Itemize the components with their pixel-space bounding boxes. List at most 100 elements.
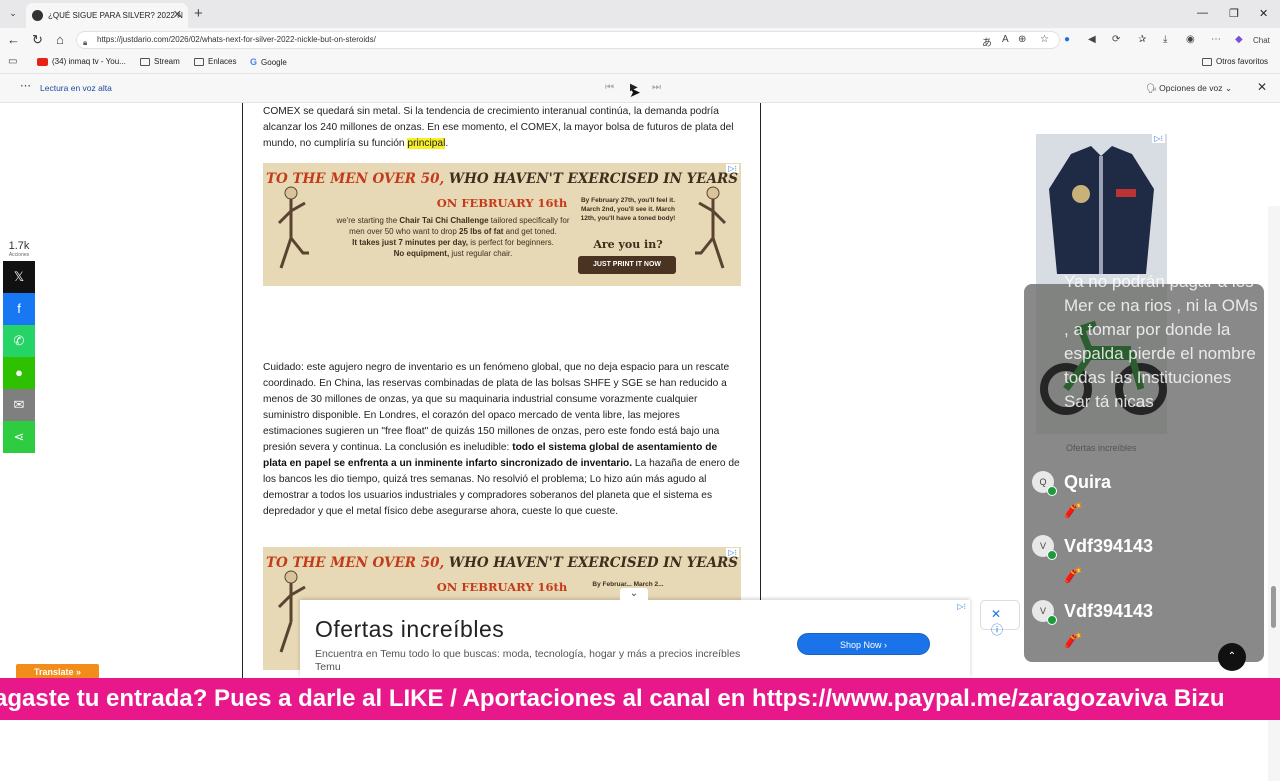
chat-user[interactable]: Q Quira xyxy=(1032,471,1112,496)
other-favorites[interactable]: Otros favoritos xyxy=(1202,57,1268,66)
back-icon[interactable]: ← xyxy=(7,32,20,47)
whatsapp-share-button[interactable]: ✆ xyxy=(3,325,35,357)
read-aloud-menu-icon[interactable]: ⋯ xyxy=(20,79,31,92)
share-count-label: Acciones xyxy=(8,252,30,258)
close-tab-icon[interactable]: ✕ xyxy=(173,8,182,21)
x-share-button[interactable]: 𝕏 xyxy=(3,261,35,293)
ad-question: Are you in? xyxy=(593,238,663,251)
bookmark-label: Enlaces xyxy=(208,57,237,66)
extension-blue-icon[interactable]: ● xyxy=(1064,34,1070,45)
scrollbar-thumb[interactable] xyxy=(1271,586,1276,628)
collapse-banner-icon[interactable]: ⌄ xyxy=(620,588,648,602)
read-aloud-icon[interactable]: A xyxy=(1002,34,1009,45)
ad-copy: we're starting the Chair Tai Chi Challen… xyxy=(333,215,573,259)
firecracker-icon: 🧨 xyxy=(1064,632,1083,649)
reload-icon[interactable]: ↻ xyxy=(32,32,43,48)
email-share-button[interactable]: ✉ xyxy=(3,389,35,421)
minimize-icon[interactable]: — xyxy=(1197,7,1208,19)
extensions-icon[interactable]: ⊕ xyxy=(1018,34,1026,45)
jacket-product-image[interactable]: ▷⁝ xyxy=(1036,134,1167,284)
chevron-down-icon: ⌄ xyxy=(1224,83,1232,93)
folder-icon xyxy=(1202,57,1212,66)
paragraph-text: COMEX se quedará sin metal. Si la tenden… xyxy=(263,106,734,149)
wechat-share-button[interactable]: ● xyxy=(3,357,35,389)
ad-copy-text: is perfect for beginners. xyxy=(468,238,554,247)
scroll-to-top-icon[interactable]: ⌃ xyxy=(1218,643,1246,671)
x-icon: 𝕏 xyxy=(13,269,25,284)
just-print-it-button[interactable]: JUST PRINT IT NOW xyxy=(578,256,676,274)
temu-banner-ad[interactable]: ⌄ ▷⁝ Ofertas increíbles Encuentra en Tem… xyxy=(300,588,970,678)
ad-copy-bold: Chair Tai Chi Challenge xyxy=(399,216,489,225)
favorite-star-icon[interactable]: ☆ xyxy=(1040,34,1049,45)
bookmark-enlaces[interactable]: Enlaces xyxy=(194,57,236,66)
email-icon: ✉ xyxy=(13,397,25,412)
lock-icon: 🔒︎ xyxy=(83,38,88,47)
avatar-initial: V xyxy=(1039,541,1046,551)
youtube-icon xyxy=(37,57,48,66)
tab-title: ¿QUÉ SIGUE PARA SILVER? 2022 N xyxy=(48,11,183,20)
downloads-icon[interactable]: ⤓ xyxy=(1163,34,1167,45)
voice-options[interactable]: 🗣︎ Opciones de voz ⌄ xyxy=(1146,83,1232,94)
firecracker-icon: 🧨 xyxy=(1064,567,1083,584)
active-tab[interactable]: ¿QUÉ SIGUE PARA SILVER? 2022 N ✕ xyxy=(26,3,188,28)
ad-copy-text: just regular chair. xyxy=(449,249,513,258)
close-window-icon[interactable]: ✕ xyxy=(1259,7,1268,20)
bookmark-label: (34) inmaq tv - You... xyxy=(52,57,126,66)
avatar-initial: Q xyxy=(1039,477,1047,487)
verified-badge-icon xyxy=(1047,615,1057,625)
translate-page-icon[interactable]: あ xyxy=(982,34,992,49)
article-paragraph: COMEX se quedará sin metal. Si la tenden… xyxy=(263,104,741,152)
address-bar: ← ↻ ⌂ 🔒︎ https://justdario.com/2026/02/w… xyxy=(0,28,1280,52)
avatar: V xyxy=(1032,535,1057,560)
copilot-icon[interactable]: ◆ xyxy=(1235,34,1243,45)
new-tab-button[interactable]: + xyxy=(194,5,203,22)
ticker-text: agaste tu entrada? Pues a darle al LIKE … xyxy=(0,685,1225,712)
close-banner-icon[interactable]: ✕ ⓘ xyxy=(980,600,1020,637)
restore-icon[interactable]: ❐ xyxy=(1229,7,1239,20)
shop-now-button[interactable]: Shop Now › xyxy=(797,633,930,655)
avatar: Q xyxy=(1032,471,1057,496)
adchoices-icon[interactable]: ▷⁝ xyxy=(1152,134,1165,143)
speaker-icon[interactable]: ◀︎ xyxy=(1088,34,1096,45)
chat-faded-label: Ofertas increíbles xyxy=(1066,443,1137,453)
tab-bar: ⌄ ¿QUÉ SIGUE PARA SILVER? 2022 N ✕ + — ❐… xyxy=(0,0,1280,28)
adchoices-icon[interactable]: ▷⁝ xyxy=(955,602,968,611)
chat-user[interactable]: V Vdf394143 xyxy=(1032,535,1153,560)
share-icon: ⋖ xyxy=(13,429,25,444)
bookmark-youtube[interactable]: (34) inmaq tv - You... xyxy=(37,57,126,66)
next-icon[interactable]: ⏭ xyxy=(652,82,661,93)
more-share-button[interactable]: ⋖ xyxy=(3,421,35,453)
bookmark-google[interactable]: G Google xyxy=(250,57,287,67)
facebook-icon: f xyxy=(17,301,21,316)
read-aloud-label: Lectura en voz alta xyxy=(40,83,112,93)
chat-button[interactable]: Chat xyxy=(1253,36,1270,45)
home-icon[interactable]: ⌂ xyxy=(56,32,64,47)
stream-ticker: agaste tu entrada? Pues a darle al LIKE … xyxy=(0,678,1280,720)
previous-icon[interactable]: ⏮ xyxy=(605,82,614,93)
ad-copy-text: and get toned. xyxy=(503,227,557,236)
paragraph-text: Cuidado: este agujero negro de inventari… xyxy=(263,362,730,453)
chat-user[interactable]: V Vdf394143 xyxy=(1032,600,1154,625)
article-paragraph: Cuidado: este agujero negro de inventari… xyxy=(263,360,741,520)
reading-list-icon[interactable]: ▭ xyxy=(8,56,17,67)
bookmark-stream[interactable]: Stream xyxy=(140,57,180,66)
url-input[interactable]: 🔒︎ https://justdario.com/2026/02/whats-n… xyxy=(76,31,1060,49)
bookmark-label: Stream xyxy=(154,57,180,66)
profile-icon[interactable]: ◉ xyxy=(1186,34,1195,45)
banner-title: Ofertas increíbles xyxy=(315,616,505,642)
favorites-icon[interactable]: ✰ xyxy=(1138,34,1146,45)
collections-icon[interactable]: ⟳ xyxy=(1112,34,1120,45)
tab-actions-button[interactable]: ⌄ xyxy=(6,6,20,20)
close-read-aloud-icon[interactable]: ✕ xyxy=(1257,80,1267,94)
facebook-share-button[interactable]: f xyxy=(3,293,35,325)
tai-chi-figure-right-icon xyxy=(695,186,727,269)
chat-message: Ya no podrán pagar a los Mer ce na rios … xyxy=(1064,272,1258,411)
more-menu-icon[interactable]: ⋯ xyxy=(1211,34,1221,45)
verified-badge-icon xyxy=(1047,550,1057,560)
jacket-icon xyxy=(1049,146,1154,274)
bookmarks-bar: ▭ (34) inmaq tv - You... Stream Enlaces … xyxy=(0,52,1280,74)
chat-username: Vdf394143 xyxy=(1064,600,1154,621)
chat-username: Quira xyxy=(1064,471,1112,492)
mouse-cursor-icon: ➤ xyxy=(629,84,641,100)
tai-chi-ad[interactable]: ▷⁝ TO THE MEN OVER 50, WHO HAVEN'T EXERC… xyxy=(263,163,741,286)
